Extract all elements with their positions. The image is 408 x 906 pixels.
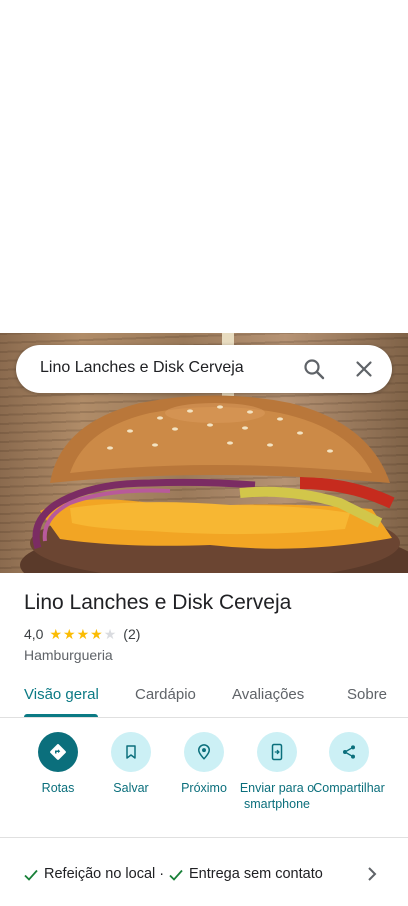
- action-label: Salvar: [113, 781, 149, 795]
- share-icon: [329, 732, 369, 772]
- search-icon[interactable]: [302, 357, 326, 381]
- active-tab-indicator: [24, 714, 98, 717]
- tab-reviews[interactable]: Avaliações: [232, 686, 304, 703]
- bookmark-icon: [111, 732, 151, 772]
- search-bar[interactable]: Lino Lanches e Disk Cerveja: [16, 345, 392, 393]
- nearby-icon: [184, 732, 224, 772]
- nearby-button[interactable]: Próximo: [164, 732, 244, 796]
- directions-icon: [38, 732, 78, 772]
- tab-menu[interactable]: Cardápio: [135, 686, 196, 703]
- service-option-contactless-delivery: Entrega sem contato: [189, 866, 323, 882]
- tab-bar: Visão geral Cardápio Avaliações Sobre: [0, 674, 408, 718]
- action-label: Rotas: [41, 781, 75, 795]
- action-label: Compartilhar: [313, 781, 385, 795]
- star-icon: ★: [76, 626, 90, 642]
- directions-button[interactable]: Rotas: [18, 732, 98, 796]
- service-options-row[interactable]: Refeição no local · Entrega sem contato: [0, 852, 408, 896]
- star-empty-icon: ★: [103, 626, 117, 642]
- check-icon: [169, 869, 183, 881]
- close-icon[interactable]: [352, 357, 376, 381]
- star-rating: ★ ★ ★ ★ ★: [49, 627, 117, 641]
- action-label: Enviar para o smartphone: [239, 781, 315, 811]
- tab-overview[interactable]: Visão geral: [24, 686, 99, 703]
- save-button[interactable]: Salvar: [91, 732, 171, 796]
- rating-value: 4,0: [24, 626, 44, 642]
- tab-about[interactable]: Sobre: [347, 686, 387, 703]
- share-button[interactable]: Compartilhar: [309, 732, 389, 796]
- action-bar: Rotas Salvar Próximo Enviar para o smart…: [0, 718, 408, 838]
- rating-row[interactable]: 4,0 ★ ★ ★ ★ ★ (2): [24, 625, 140, 643]
- star-icon: ★: [49, 626, 63, 642]
- check-icon: [24, 869, 38, 881]
- review-count[interactable]: (2): [123, 626, 140, 642]
- map-area-blank: [0, 0, 408, 333]
- service-option-dine-in: Refeição no local ·: [44, 866, 165, 882]
- star-icon: ★: [90, 626, 103, 642]
- send-to-phone-button[interactable]: Enviar para o smartphone: [237, 732, 317, 812]
- send-to-phone-icon: [257, 732, 297, 772]
- place-title: Lino Lanches e Disk Cerveja: [24, 591, 292, 614]
- chevron-right-icon[interactable]: [364, 864, 380, 884]
- place-category: Hamburgueria: [24, 647, 113, 663]
- action-label: Próximo: [181, 781, 227, 795]
- search-input[interactable]: Lino Lanches e Disk Cerveja: [40, 359, 244, 377]
- star-icon: ★: [63, 626, 76, 642]
